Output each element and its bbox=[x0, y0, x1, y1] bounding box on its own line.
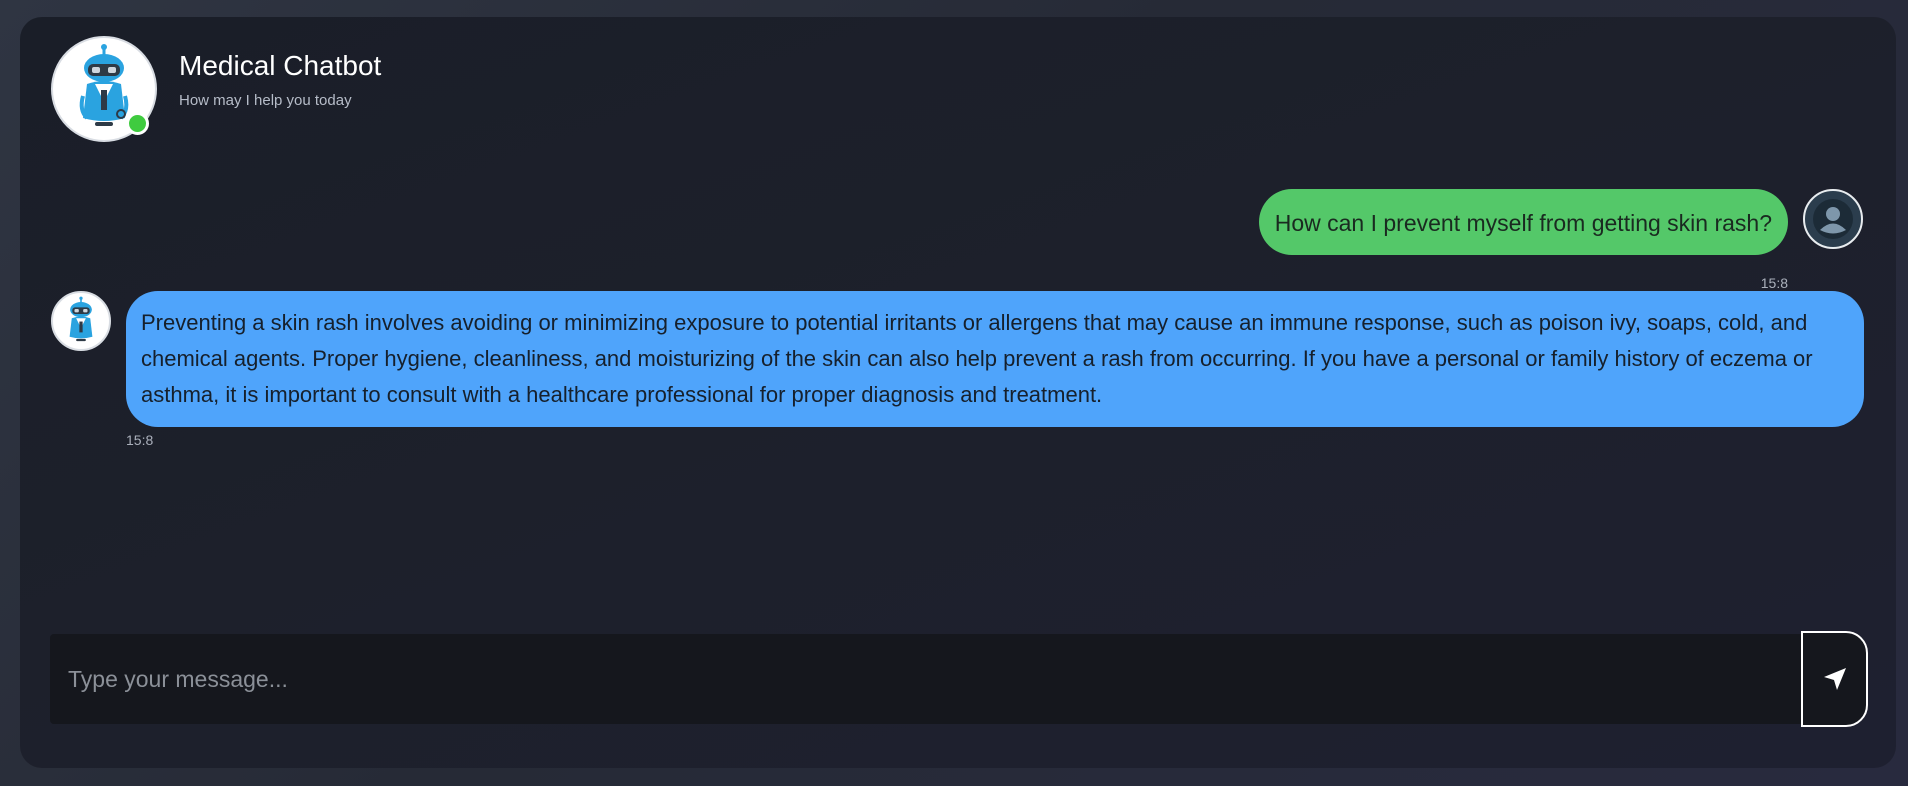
user-message-bubble: How can I prevent myself from getting sk… bbox=[1258, 189, 1788, 255]
bot-avatar-container bbox=[51, 36, 157, 142]
send-arrow-icon bbox=[1823, 668, 1846, 690]
bot-message-timestamp: 15:8 bbox=[126, 432, 154, 448]
message-composer bbox=[50, 634, 1802, 724]
chat-title: Medical Chatbot bbox=[179, 49, 382, 81]
bot-message-bubble: Preventing a skin rash involves avoiding… bbox=[126, 291, 1864, 427]
message-input[interactable] bbox=[50, 634, 1802, 724]
send-button[interactable] bbox=[1801, 631, 1868, 727]
chat-subtitle: How may I help you today bbox=[179, 91, 352, 109]
robot-doctor-icon bbox=[69, 296, 93, 342]
bot-message-avatar bbox=[51, 291, 111, 351]
bot-message-row: Preventing a skin rash involves avoiding… bbox=[51, 291, 1864, 427]
user-avatar bbox=[1803, 189, 1863, 249]
online-status-indicator bbox=[126, 112, 149, 135]
chat-header: Medical Chatbot How may I help you today bbox=[51, 36, 381, 142]
header-text: Medical Chatbot How may I help you today bbox=[179, 50, 381, 109]
user-message-row: How can I prevent myself from getting sk… bbox=[1258, 189, 1863, 255]
user-silhouette-icon bbox=[1813, 199, 1853, 239]
chat-window: Medical Chatbot How may I help you today… bbox=[20, 17, 1896, 768]
user-message-timestamp: 15:8 bbox=[1760, 275, 1788, 291]
